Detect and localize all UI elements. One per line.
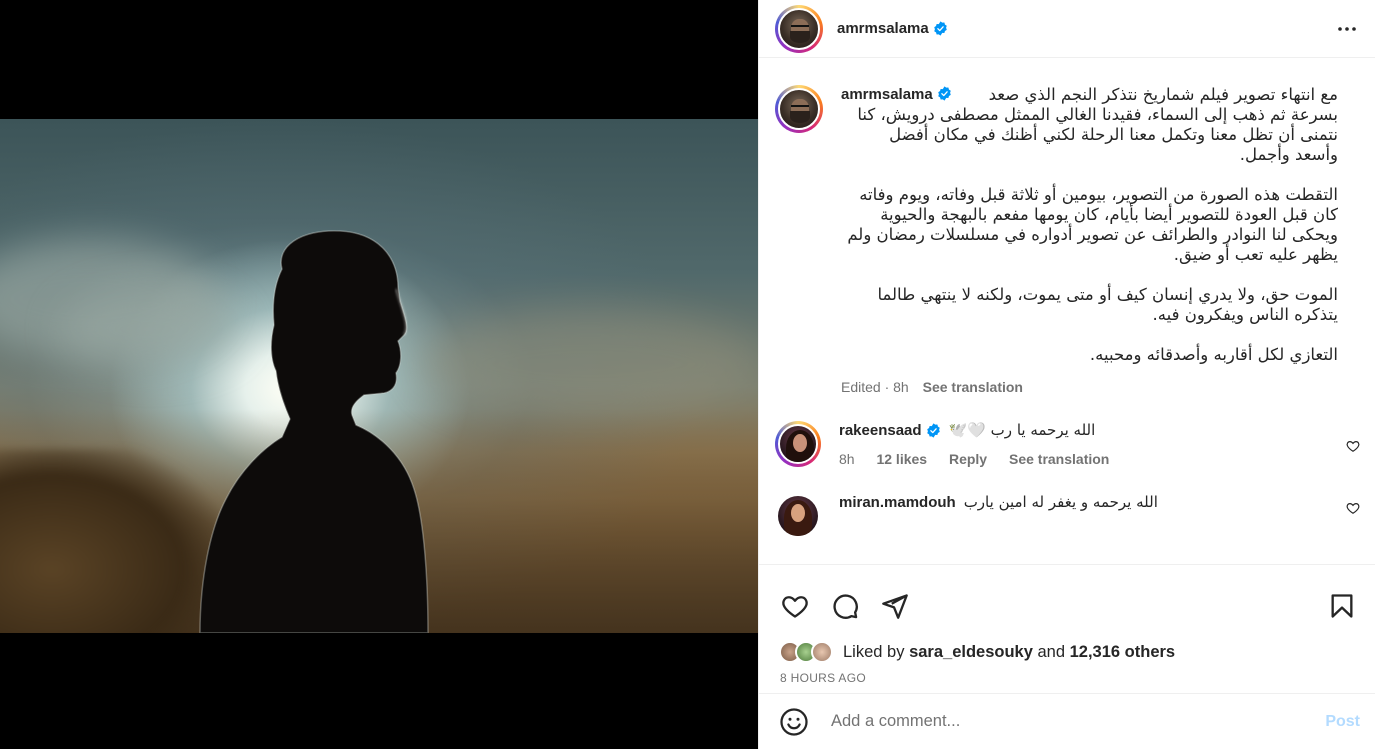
comment-icon: [833, 594, 858, 619]
liker-avatar: [811, 641, 833, 663]
liked-by-user-link[interactable]: sara_eldesouky: [909, 643, 1033, 661]
verified-badge-icon: [926, 422, 940, 438]
bookmark-icon: [1331, 594, 1353, 618]
post-photo: [0, 119, 758, 633]
emoji-button[interactable]: [779, 707, 809, 737]
add-comment-bar: Post: [759, 693, 1375, 749]
caption-username[interactable]: amrmsalama: [841, 85, 952, 105]
more-horizontal-icon: [1338, 27, 1356, 31]
likes-prefix: Liked by: [843, 642, 905, 661]
caption-paragraph: الموت حق، ولا يدري إنسان كيف أو متى يموت…: [877, 285, 1338, 324]
share-button[interactable]: [881, 592, 909, 620]
likes-and: and: [1037, 642, 1066, 661]
commenter-avatar[interactable]: [775, 421, 821, 467]
caption-paragraph: التعازي لكل أقاربه وأصدقائه ومحبيه.: [1089, 345, 1338, 364]
commenter-username[interactable]: rakeensaad: [839, 422, 922, 439]
post-comment-button[interactable]: Post: [1325, 713, 1360, 731]
reply-button[interactable]: Reply: [949, 451, 987, 467]
commenter-username[interactable]: miran.mamdouh: [839, 494, 956, 511]
author-username[interactable]: amrmsalama: [837, 20, 929, 37]
caption-meta: Edited · 8h See translation: [841, 379, 1338, 395]
see-translation-link[interactable]: See translation: [923, 379, 1023, 395]
likes-summary: Liked by sara_eldesouky and 12,316 other…: [759, 629, 1375, 663]
verified-badge-icon: [937, 86, 951, 101]
comment-text: الله يرحمه و يغفر له امين يارب: [963, 493, 1158, 511]
share-icon: [882, 594, 908, 619]
more-options-button[interactable]: [1335, 17, 1359, 41]
post-timestamp[interactable]: 8 HOURS AGO: [759, 663, 1375, 685]
liker-avatars[interactable]: [779, 641, 833, 663]
caption-paragraph: التقطت هذه الصورة من التصوير، بيومين أو …: [847, 185, 1338, 264]
post-header: amrmsalama: [759, 0, 1375, 58]
verified-badge-icon: [933, 21, 947, 36]
comment-like-heart-icon[interactable]: [1346, 439, 1360, 453]
edited-time: Edited · 8h: [841, 379, 909, 395]
comment-likes-count[interactable]: 12 likes: [876, 451, 927, 467]
save-button[interactable]: [1328, 592, 1356, 620]
comment-button[interactable]: [831, 592, 859, 620]
man-silhouette: [199, 230, 429, 633]
post-panel: amrmsalama amrmsalama مع انتهاء تصوير في…: [758, 0, 1375, 749]
comment-time: 8h: [839, 451, 855, 467]
like-button[interactable]: [781, 592, 809, 620]
comment-input[interactable]: [831, 712, 1326, 731]
comments-section[interactable]: amrmsalama مع انتهاء تصوير فيلم شماريخ ن…: [759, 59, 1375, 564]
emoji-icon: [780, 707, 808, 736]
comment-item: miran.mamdouh الله يرحمه و يغفر له امين …: [759, 467, 1375, 539]
heart-icon: [782, 596, 808, 618]
commenter-avatar[interactable]: [775, 493, 821, 539]
post-caption: amrmsalama مع انتهاء تصوير فيلم شماريخ ن…: [759, 59, 1375, 395]
see-translation-link[interactable]: See translation: [1009, 451, 1109, 467]
comment-text: الله يرحمه يا رب 🤍🕊️: [948, 421, 1096, 439]
post-media[interactable]: [0, 0, 758, 749]
likes-text: Liked by sara_eldesouky and 12,316 other…: [843, 643, 1175, 662]
comment-like-heart-icon[interactable]: [1346, 501, 1360, 515]
likes-others-link[interactable]: 12,316 others: [1070, 643, 1175, 661]
author-avatar[interactable]: [775, 4, 823, 53]
caption-author-avatar[interactable]: [775, 85, 823, 133]
comment-item: rakeensaad الله يرحمه يا رب 🤍🕊️ 8h 12 li…: [759, 395, 1375, 467]
caption-text: amrmsalama مع انتهاء تصوير فيلم شماريخ ن…: [841, 85, 1338, 365]
